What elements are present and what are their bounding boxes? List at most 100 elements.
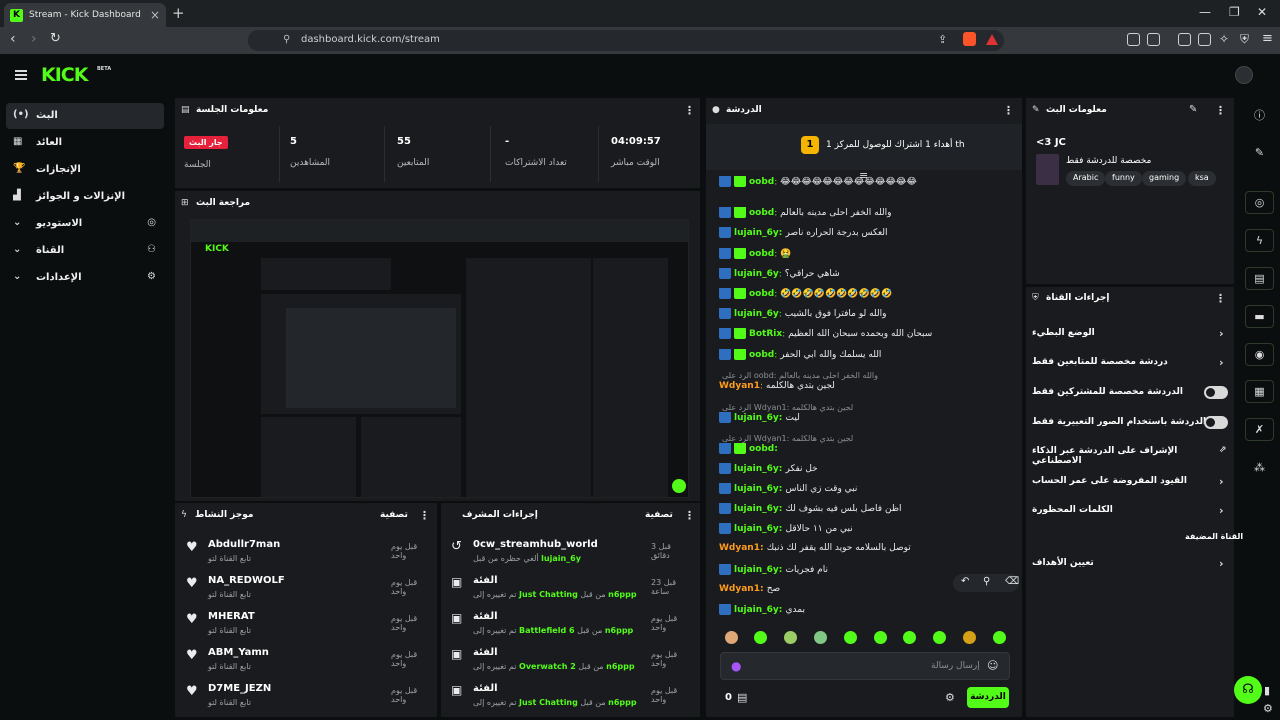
- leo-ai-icon[interactable]: ✧: [1219, 32, 1229, 46]
- pinned-goal[interactable]: 1 أهداء 1 اشتراك للوصول للمركز 1 th: [706, 124, 1022, 170]
- mod-action-target[interactable]: 0cw_streamhub_world: [473, 539, 598, 550]
- menu-icon[interactable]: ≡: [1262, 31, 1273, 46]
- gift-icon[interactable]: ▤: [737, 691, 747, 704]
- reload-icon[interactable]: ↻: [50, 31, 61, 46]
- kick-favicon-icon: K: [10, 8, 23, 22]
- points-count: 0: [725, 692, 732, 703]
- brave-rewards-icon[interactable]: [986, 34, 998, 45]
- lightning-icon[interactable]: ϟ: [1245, 229, 1274, 252]
- session-menu-icon[interactable]: ⋮: [684, 104, 695, 117]
- send-chat-button[interactable]: الدردشة: [967, 687, 1009, 708]
- subscribers-only-toggle[interactable]: [1204, 386, 1228, 399]
- settings-gear-icon[interactable]: ⚙: [1263, 702, 1273, 715]
- emote-icon[interactable]: [874, 631, 887, 644]
- mic-icon[interactable]: ▮: [1264, 684, 1270, 697]
- brave-shield-icon[interactable]: [963, 32, 976, 46]
- emote-icon[interactable]: [754, 631, 767, 644]
- back-icon[interactable]: ‹: [10, 31, 16, 47]
- sidebar-item-achievements[interactable]: 🏆 الإنجازات: [6, 157, 164, 183]
- category-thumbnail[interactable]: [1036, 154, 1059, 185]
- close-window-icon[interactable]: ✕: [1257, 5, 1267, 19]
- follower-name[interactable]: Abdullr7man: [208, 539, 280, 550]
- set-goals-row[interactable]: تعيين الأهداف ›: [1032, 555, 1227, 575]
- site-info-icon[interactable]: ⚲: [283, 34, 290, 45]
- layout-icon[interactable]: ▦: [1245, 380, 1274, 403]
- info-circle-icon[interactable]: ⓘ: [1245, 104, 1274, 127]
- sidebar-item-drops[interactable]: ▟ الإنزالات و الجوائز: [6, 184, 164, 210]
- new-tab-icon[interactable]: +: [172, 4, 185, 22]
- mod-filter-button[interactable]: تصفية: [645, 510, 673, 520]
- category-icon: ▣: [451, 647, 463, 661]
- share-icon[interactable]: ⇪: [938, 33, 947, 46]
- stream-info-panel: [1026, 98, 1234, 284]
- wrench-icon[interactable]: ✗: [1245, 418, 1274, 441]
- stream-preview-video[interactable]: KICK: [190, 219, 689, 498]
- emote-icon[interactable]: [844, 631, 857, 644]
- close-tab-icon[interactable]: ×: [150, 8, 160, 22]
- minimize-icon[interactable]: —: [1199, 5, 1211, 19]
- ai-moderation-row[interactable]: الإشراف على الدردشة عبر الذكاء الاصطناعي…: [1032, 443, 1227, 466]
- follower-name[interactable]: ABM_Yamn: [208, 647, 269, 658]
- extensions-icon[interactable]: [1127, 33, 1140, 46]
- pencil-icon[interactable]: ✎: [1245, 141, 1274, 164]
- support-headset-icon[interactable]: ☊: [1234, 676, 1262, 704]
- chat-menu-icon[interactable]: ⋮: [1003, 104, 1014, 117]
- badge-icon: [719, 207, 731, 218]
- emote-icon[interactable]: [993, 631, 1006, 644]
- badge-icon: [719, 523, 731, 534]
- chat-bubble-icon[interactable]: ▬: [1245, 305, 1274, 328]
- sidebar-item-stream[interactable]: (•) البث: [6, 103, 164, 129]
- chat-message: lujain_6y: شاهي حراقي؟: [719, 268, 1014, 286]
- forward-icon[interactable]: ›: [31, 31, 37, 47]
- microphone-icon[interactable]: ●: [731, 659, 741, 673]
- edit-stream-info-icon[interactable]: ✎: [1189, 104, 1197, 115]
- activity-filter-button[interactable]: تصفية: [380, 510, 408, 520]
- emote-icon[interactable]: [784, 631, 797, 644]
- sidebar-toggle-icon[interactable]: [1178, 33, 1191, 46]
- slow-mode-row[interactable]: الوضع البطيء ›: [1032, 325, 1227, 345]
- user-avatar[interactable]: [1235, 66, 1253, 84]
- activity-time: قبل يوم واحد: [391, 542, 418, 560]
- emotes-only-toggle[interactable]: [1204, 416, 1228, 429]
- notes-icon[interactable]: ▤: [1245, 267, 1274, 290]
- reply-icon[interactable]: ↶: [961, 576, 969, 587]
- chat-input[interactable]: ● إرسال رسالة ☺: [720, 652, 1010, 680]
- emote-icon[interactable]: [725, 631, 738, 644]
- reply-reference[interactable]: الرد على oobd: والله الخفر احلى مدينه با…: [722, 371, 878, 380]
- vpn-icon[interactable]: ⛨: [1240, 32, 1249, 47]
- sidebar-item-settings[interactable]: ⌄ الإعدادات ⚙: [6, 265, 164, 291]
- reply-reference[interactable]: الرد على Wdyan1: لجين بتدي هالكلمه: [722, 403, 853, 412]
- stream-info-menu-icon[interactable]: ⋮: [1215, 104, 1226, 117]
- chat-settings-icon[interactable]: ⚙: [945, 691, 955, 704]
- emote-icon[interactable]: [814, 631, 827, 644]
- pin-icon[interactable]: ⚲: [983, 576, 990, 587]
- hamburger-menu-icon[interactable]: [15, 70, 27, 80]
- emote-icon[interactable]: [903, 631, 916, 644]
- browser-tab[interactable]: K Stream - Kick Dashboard ×: [4, 3, 166, 27]
- channel-actions-menu-icon[interactable]: ⋮: [1215, 292, 1226, 305]
- kick-logo[interactable]: KICK: [41, 64, 88, 86]
- reader-icon[interactable]: [1147, 33, 1160, 46]
- activity-menu-icon[interactable]: ⋮: [419, 509, 430, 522]
- wallet-icon[interactable]: [1198, 33, 1211, 46]
- restore-icon[interactable]: ❐: [1229, 5, 1240, 19]
- broadcast-rail-icon[interactable]: ◉: [1245, 343, 1274, 366]
- emoji-picker-icon[interactable]: ☺: [987, 659, 998, 672]
- emote-icon[interactable]: [963, 631, 976, 644]
- delete-icon[interactable]: ⌫: [1005, 576, 1019, 587]
- follower-name[interactable]: NA_REDWOLF: [208, 575, 285, 586]
- follower-name[interactable]: D7ME_JEZN: [208, 683, 271, 694]
- mod-menu-icon[interactable]: ⋮: [684, 509, 695, 522]
- emote-icon[interactable]: [933, 631, 946, 644]
- apps-icon[interactable]: ⁂: [1245, 456, 1274, 479]
- reply-reference[interactable]: الرد على Wdyan1: لجين بتدي هالكلمه: [722, 434, 853, 443]
- sidebar-item-studio[interactable]: ⌄ الاستوديو ◎: [6, 211, 164, 237]
- sidebar-item-revenue[interactable]: ▦ العائد: [6, 130, 164, 156]
- category-name[interactable]: مخصصة للدردشة فقط: [1066, 156, 1151, 166]
- banned-words-row[interactable]: الكلمات المحظورة ›: [1032, 502, 1227, 522]
- followers-only-row[interactable]: دردشة مخصصة للمتابعين فقط ›: [1032, 354, 1227, 374]
- follower-name[interactable]: MHERAT: [208, 611, 255, 622]
- account-age-row[interactable]: القيود المفروضة على عمر الحساب ›: [1032, 473, 1227, 493]
- sidebar-item-channel[interactable]: ⌄ القناة ⚇: [6, 238, 164, 264]
- studio-scene-icon[interactable]: ◎: [1245, 191, 1274, 214]
